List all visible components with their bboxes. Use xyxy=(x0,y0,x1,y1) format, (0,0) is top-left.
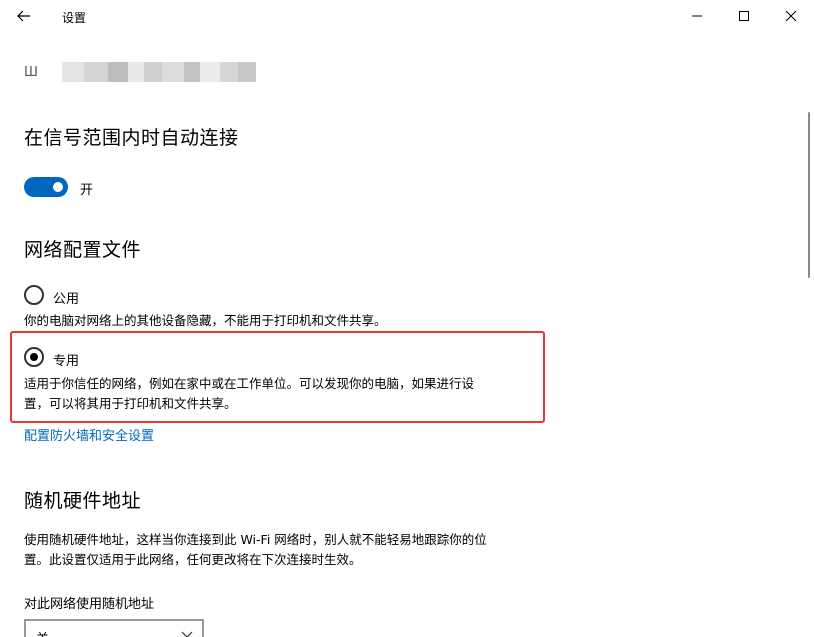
scrollbar[interactable] xyxy=(806,34,814,637)
radio-selected-dot xyxy=(30,353,38,361)
close-button[interactable] xyxy=(768,0,814,32)
minimize-button[interactable] xyxy=(674,0,720,32)
firewall-settings-link[interactable]: 配置防火墙和安全设置 xyxy=(24,425,154,444)
public-description: 你的电脑对网络上的其他设备隐藏，不能用于打印机和文件共享。 xyxy=(24,313,387,328)
radio-private[interactable] xyxy=(24,347,44,367)
random-mac-heading: 随机硬件地址 xyxy=(24,490,142,512)
title-bar: 设置 xyxy=(0,0,814,34)
radio-public-label[interactable]: 公用 xyxy=(53,288,79,307)
maximize-button[interactable] xyxy=(721,0,767,32)
chevron-down-icon xyxy=(181,631,193,637)
toggle-knob xyxy=(53,182,63,192)
radio-private-label[interactable]: 专用 xyxy=(53,350,79,369)
random-mac-field-label: 对此网络使用随机地址 xyxy=(24,597,155,612)
maximize-icon xyxy=(739,11,749,21)
network-profile-heading: 网络配置文件 xyxy=(24,239,142,261)
network-name-blurred: Ш xyxy=(24,62,256,82)
private-description: 适用于你信任的网络，例如在家中或在工作单位。可以发现你的电脑，如果进行设置，可以… xyxy=(24,376,475,411)
close-icon xyxy=(785,10,797,22)
auto-connect-heading: 在信号范围内时自动连接 xyxy=(24,127,239,149)
minimize-icon xyxy=(692,15,702,17)
scroll-thumb[interactable] xyxy=(808,112,810,278)
network-name-prefix: Ш xyxy=(24,65,38,80)
auto-connect-toggle[interactable] xyxy=(24,177,68,197)
toggle-state-label: 开 xyxy=(80,183,94,198)
dropdown-value: 关 xyxy=(36,628,49,637)
random-mac-dropdown[interactable]: 关 xyxy=(24,619,204,637)
window-title: 设置 xyxy=(62,11,87,25)
back-arrow-icon xyxy=(17,10,30,22)
random-mac-description: 使用随机硬件地址，这样当你连接到此 Wi-Fi 网络时，别人就不能轻易地跟踪你的… xyxy=(24,532,487,567)
radio-public[interactable] xyxy=(24,285,44,305)
back-button[interactable] xyxy=(8,2,40,30)
